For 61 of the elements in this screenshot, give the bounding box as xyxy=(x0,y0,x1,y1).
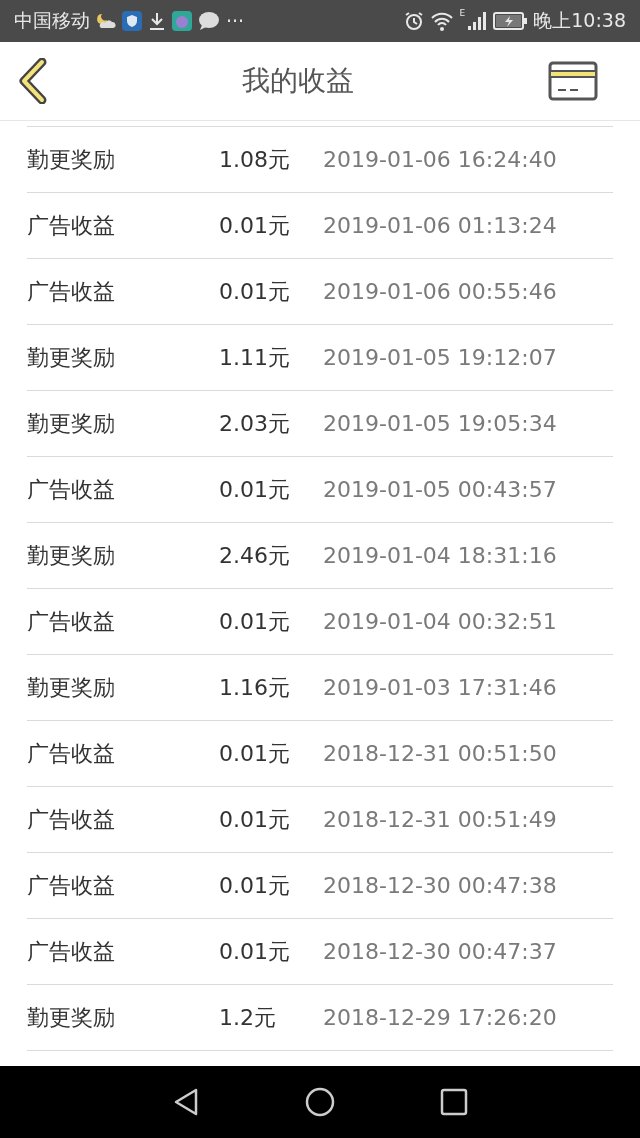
income-time: 2018-12-30 00:47:38 xyxy=(323,873,557,898)
app-icon xyxy=(172,11,192,31)
income-amount: 0.01元 xyxy=(219,739,291,768)
income-amount: 0.01元 xyxy=(219,805,291,834)
income-amount: 1.2元 xyxy=(219,1003,277,1032)
income-type: 广告收益 xyxy=(27,607,116,636)
income-amount: 0.01元 xyxy=(219,607,291,636)
income-amount: 2.46元 xyxy=(219,541,291,570)
income-type: 勤更奖励 xyxy=(27,409,116,438)
income-amount: 0.01元 xyxy=(219,475,291,504)
back-icon[interactable] xyxy=(172,1087,200,1117)
income-time: 2019-01-06 00:55:46 xyxy=(323,279,557,304)
income-time: 2019-01-03 17:31:46 xyxy=(323,675,557,700)
income-type: 勤更奖励 xyxy=(27,541,116,570)
income-time: 2018-12-31 00:51:50 xyxy=(323,741,557,766)
card-icon[interactable] xyxy=(548,61,598,101)
income-type: 勤更奖励 xyxy=(27,1003,116,1032)
income-amount: 1.08元 xyxy=(219,145,291,174)
income-type: 广告收益 xyxy=(27,211,116,240)
income-amount: 1.16元 xyxy=(219,673,291,702)
income-time: 2019-01-04 00:32:51 xyxy=(323,609,557,634)
income-amount: 1.11元 xyxy=(219,343,291,372)
income-time: 2019-01-05 19:12:07 xyxy=(323,345,557,370)
network-type: E xyxy=(459,8,466,18)
income-time: 2018-12-30 00:47:37 xyxy=(323,939,557,964)
income-time: 2018-12-29 17:26:20 xyxy=(323,1005,557,1030)
income-amount: 0.01元 xyxy=(219,871,291,900)
income-type: 勤更奖励 xyxy=(27,343,116,372)
income-amount: 0.01元 xyxy=(219,211,291,240)
income-type: 广告收益 xyxy=(27,739,116,768)
signal-icon xyxy=(467,11,488,31)
income-time: 2019-01-06 16:24:40 xyxy=(323,147,557,172)
shield-icon xyxy=(122,11,142,31)
wifi-icon xyxy=(429,11,454,31)
more-notifications: ··· xyxy=(226,10,245,32)
recents-icon[interactable] xyxy=(440,1088,468,1116)
income-type: 广告收益 xyxy=(27,277,116,306)
income-amount: 0.01元 xyxy=(219,277,291,306)
income-type: 广告收益 xyxy=(27,871,116,900)
page-title: 我的收益 xyxy=(241,63,355,99)
income-time: 2019-01-04 18:31:16 xyxy=(323,543,557,568)
battery-charging-icon xyxy=(493,12,528,30)
income-time: 2019-01-05 00:43:57 xyxy=(323,477,557,502)
income-time: 2019-01-05 19:05:34 xyxy=(323,411,557,436)
income-time: 2019-01-06 01:13:24 xyxy=(323,213,557,238)
income-amount: 2.03元 xyxy=(219,409,291,438)
income-time: 2018-12-31 00:51:49 xyxy=(323,807,557,832)
income-type: 广告收益 xyxy=(27,475,116,504)
income-amount: 0.01元 xyxy=(219,937,291,966)
back-chevron-icon[interactable] xyxy=(18,58,48,104)
home-icon[interactable] xyxy=(305,1087,335,1117)
income-type: 勤更奖励 xyxy=(27,673,116,702)
download-icon xyxy=(148,11,166,31)
income-type: 勤更奖励 xyxy=(27,145,116,174)
income-type: 广告收益 xyxy=(27,805,116,834)
clock-time: 晚上10:38 xyxy=(533,8,626,33)
carrier-name: 中国移动 xyxy=(14,8,90,33)
alarm-icon xyxy=(403,11,424,31)
weather-icon xyxy=(96,12,116,30)
chat-bubble-icon xyxy=(198,11,220,31)
income-type: 广告收益 xyxy=(27,937,116,966)
